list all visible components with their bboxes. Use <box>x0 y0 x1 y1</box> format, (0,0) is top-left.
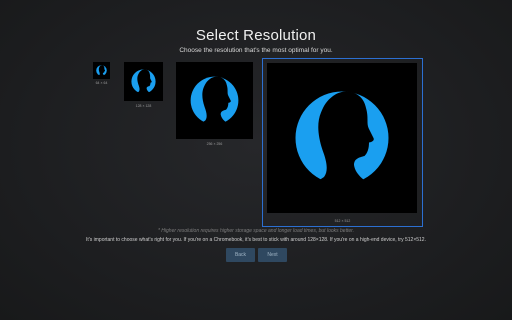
resolution-option-256[interactable]: 256 × 256 <box>176 62 253 150</box>
preview-frame <box>124 62 163 101</box>
resolution-label: 256 × 256 <box>206 142 223 146</box>
resolution-label: 64 × 64 <box>95 81 108 85</box>
resolution-option-128[interactable]: 128 × 128 <box>124 62 163 110</box>
next-button[interactable]: Next <box>258 248 287 262</box>
profile-silhouette-icon <box>124 62 163 101</box>
profile-silhouette-icon <box>176 62 253 139</box>
page-title: Select Resolution <box>195 27 317 44</box>
storage-note: * Higher resolution requires higher stor… <box>157 228 355 234</box>
resolution-label: 512 × 512 <box>334 219 351 223</box>
resolution-option-512[interactable]: 512 × 512 <box>262 58 423 227</box>
preview-frame <box>267 63 417 213</box>
device-tip: It's important to choose what's right fo… <box>86 237 426 243</box>
profile-silhouette-icon <box>267 63 417 213</box>
back-button[interactable]: Back <box>226 248 255 262</box>
preview-frame <box>176 62 253 139</box>
profile-silhouette-icon <box>93 62 110 79</box>
resolution-label: 128 × 128 <box>135 104 152 108</box>
page-subtitle: Choose the resolution that's the most op… <box>179 47 333 54</box>
resolution-option-64[interactable]: 64 × 64 <box>93 62 110 85</box>
resolution-page: Select Resolution Choose the resolution … <box>0 0 512 320</box>
preview-frame <box>93 62 110 79</box>
